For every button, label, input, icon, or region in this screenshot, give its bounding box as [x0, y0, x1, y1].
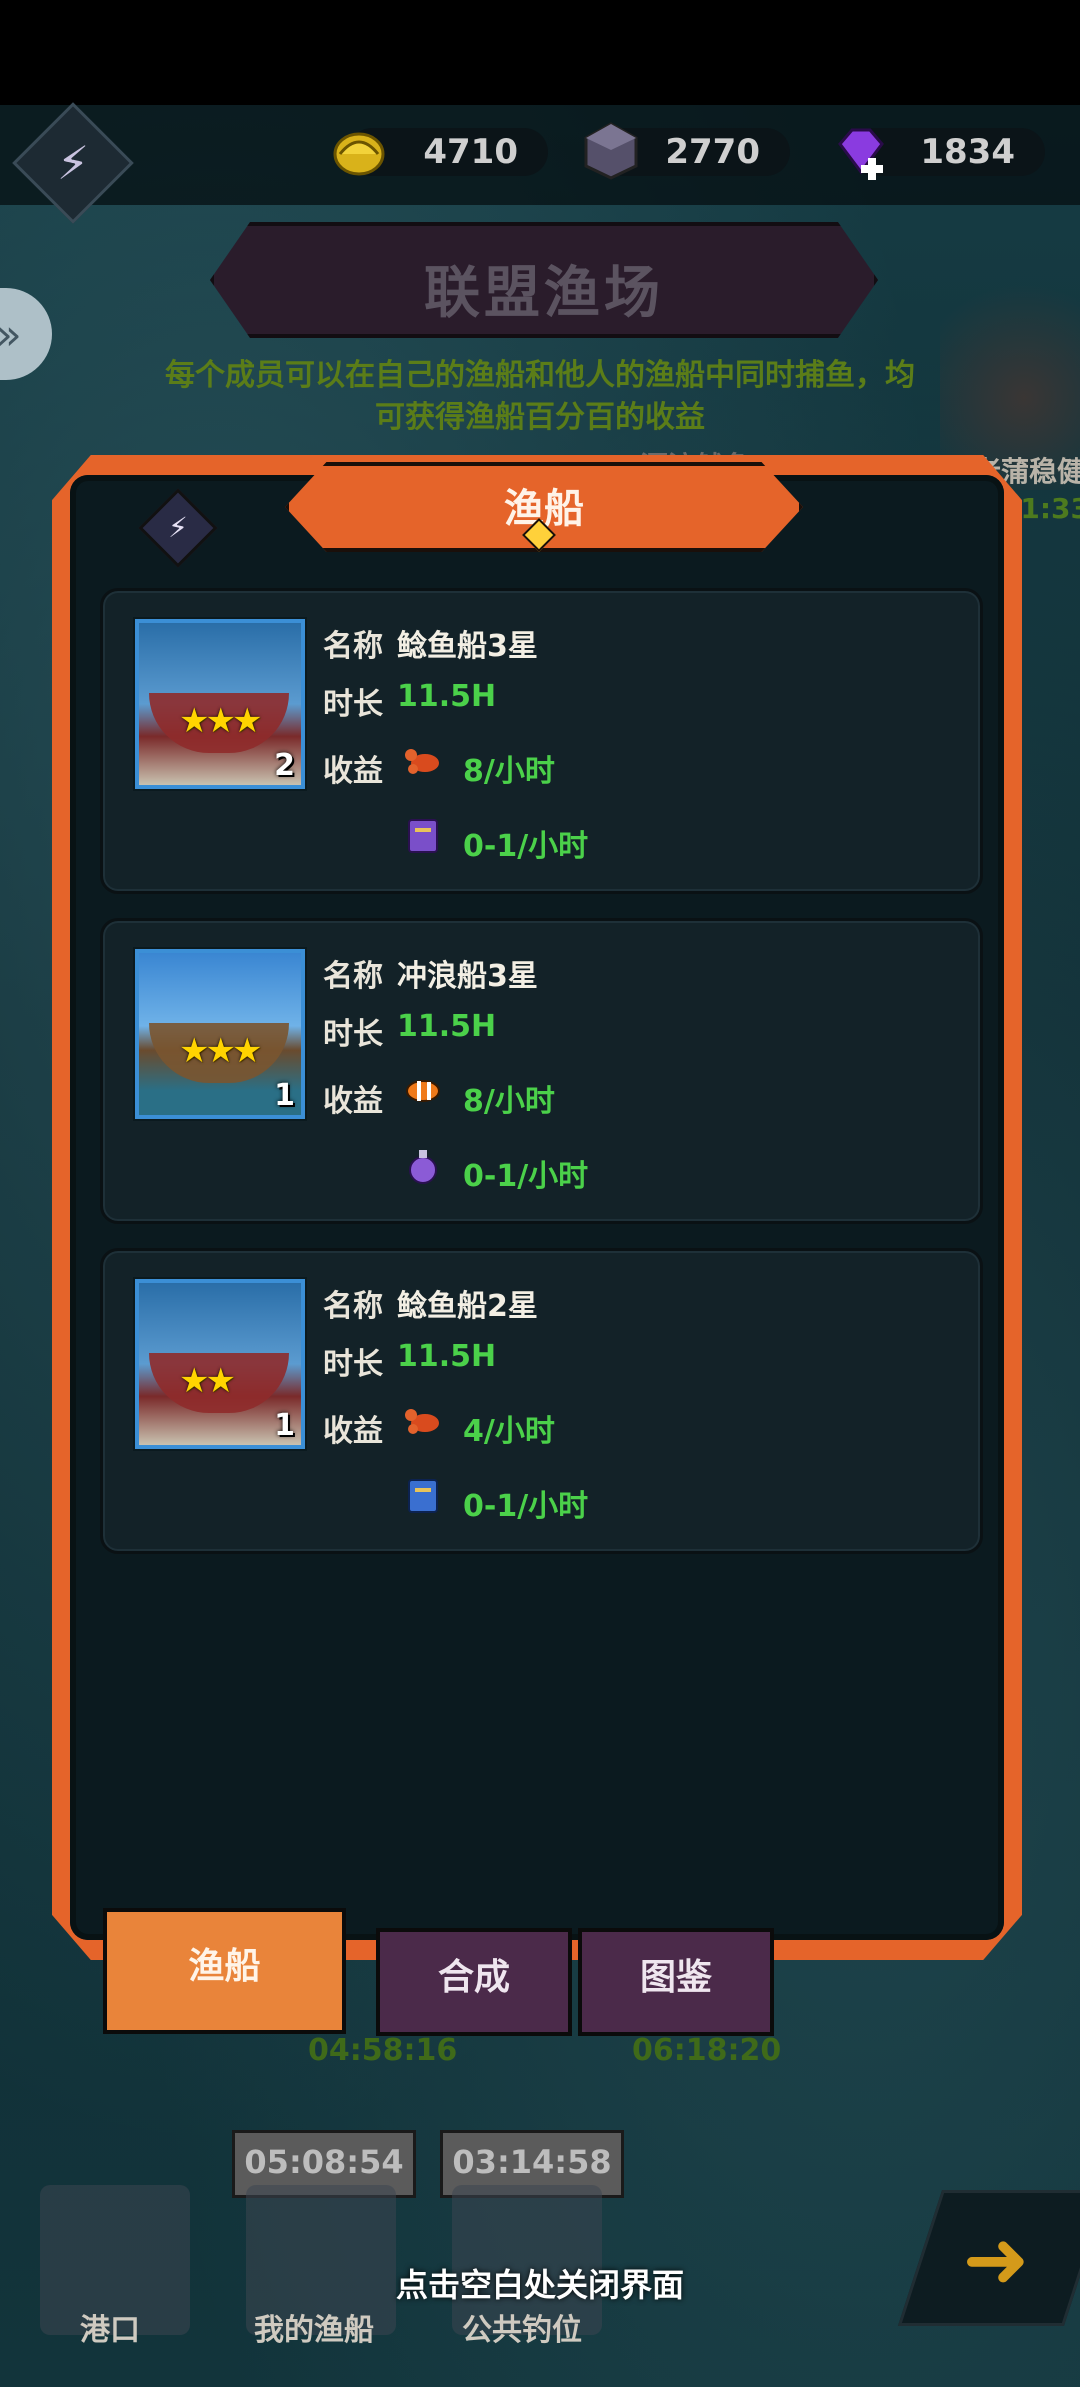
- income-value: 0-1/小时: [463, 1489, 589, 1524]
- star-rating: ★★★: [179, 701, 262, 741]
- lobster-icon: [405, 749, 439, 774]
- tab-catalog[interactable]: 图鉴: [578, 1928, 774, 2036]
- star-rating: ★★★: [179, 1031, 262, 1071]
- tab-boats[interactable]: 渔船: [103, 1908, 346, 2034]
- nav-port-label: 港口: [80, 2313, 140, 2348]
- nav-public-spot-label: 公共钓位: [462, 2313, 582, 2348]
- income-value: 8/小时: [463, 1084, 555, 1119]
- tab-catalog-label: 图鉴: [639, 1957, 712, 1998]
- cube-value: 2770: [665, 132, 760, 172]
- gem-value: 1834: [920, 132, 1015, 172]
- star-rating: ★★: [179, 1361, 236, 1401]
- income-value: 0-1/小时: [463, 829, 589, 864]
- faded-timer: 06:18:20: [632, 2033, 782, 2068]
- blue-book-icon: [408, 1479, 438, 1513]
- boat-level: 1: [274, 1078, 295, 1113]
- status-bar-area: [0, 0, 1080, 105]
- boat-thumbnail: ★★ 1: [135, 1279, 305, 1449]
- duration-label: 时长: [323, 687, 383, 722]
- emblem-icon: ⚡: [168, 511, 188, 544]
- income-value: 4/小时: [463, 1414, 555, 1449]
- emblem-icon: ⚡: [56, 136, 90, 190]
- purple-book-icon: [408, 819, 438, 853]
- boat-level: 2: [274, 748, 295, 783]
- resource-cube[interactable]: 2770: [584, 122, 790, 180]
- boat-thumbnail: ★★★ 1: [135, 949, 305, 1119]
- lobster-icon: [405, 1409, 439, 1434]
- income-label: 收益: [323, 754, 383, 789]
- boat-thumbnail: ★★★ 2: [135, 619, 305, 789]
- boat-level: 1: [274, 1408, 295, 1443]
- name-label: 名称: [323, 629, 383, 664]
- gold-helmet-icon: [333, 132, 385, 176]
- boat-name: 鲶鱼船2星: [397, 1289, 538, 1324]
- cube-icon: [584, 122, 638, 180]
- double-chevron-icon: »: [0, 310, 22, 359]
- clownfish-icon: [406, 1080, 440, 1102]
- boat-name: 鲶鱼船3星: [397, 629, 538, 664]
- tab-synthesis-label: 合成: [437, 1957, 510, 1998]
- page-title: 联盟渔场: [424, 261, 664, 326]
- boat-name: 冲浪船3星: [397, 959, 538, 994]
- income-label: 收益: [323, 1084, 383, 1119]
- duration-label: 时长: [323, 1347, 383, 1382]
- boat-card[interactable]: ★★ 1 名称 鲶鱼船2星 时长 11.5H 收益 4/小时 0-1/小时: [100, 1248, 983, 1554]
- gem-icon: [838, 128, 884, 180]
- resource-gem[interactable]: 1834: [838, 128, 1045, 180]
- boat-duration: 11.5H: [397, 1009, 497, 1044]
- title-banner: 联盟渔场: [210, 222, 878, 338]
- tab-boats-label: 渔船: [188, 1946, 261, 1987]
- name-label: 名称: [323, 1289, 383, 1324]
- income-value: 0-1/小时: [463, 1159, 589, 1194]
- boat-duration: 11.5H: [397, 1339, 497, 1374]
- boat-card[interactable]: ★★★ 2 名称 鲶鱼船3星 时长 11.5H 收益 8/小时 0-1/小时: [100, 588, 983, 894]
- duration-label: 时长: [323, 1017, 383, 1052]
- income-value: 8/小时: [463, 754, 555, 789]
- name-label: 名称: [323, 959, 383, 994]
- potion-icon: [409, 1150, 437, 1184]
- faded-timer: 04:58:16: [308, 2033, 458, 2068]
- gold-value: 4710: [423, 132, 518, 172]
- fishing-description: 每个成员可以在自己的渔船和他人的渔船中同时捕鱼，均可获得渔船百分百的收益: [165, 358, 915, 435]
- income-label: 收益: [323, 1414, 383, 1449]
- close-hint[interactable]: 点击空白处关闭界面: [0, 2260, 1080, 2306]
- nav-my-boats-label: 我的渔船: [254, 2313, 374, 2348]
- boat-duration: 11.5H: [397, 679, 497, 714]
- tab-synthesis[interactable]: 合成: [376, 1928, 572, 2036]
- resource-gold[interactable]: 4710: [333, 128, 548, 176]
- boat-card[interactable]: ★★★ 1 名称 冲浪船3星 时长 11.5H 收益 8/小时 0-1/小时: [100, 918, 983, 1224]
